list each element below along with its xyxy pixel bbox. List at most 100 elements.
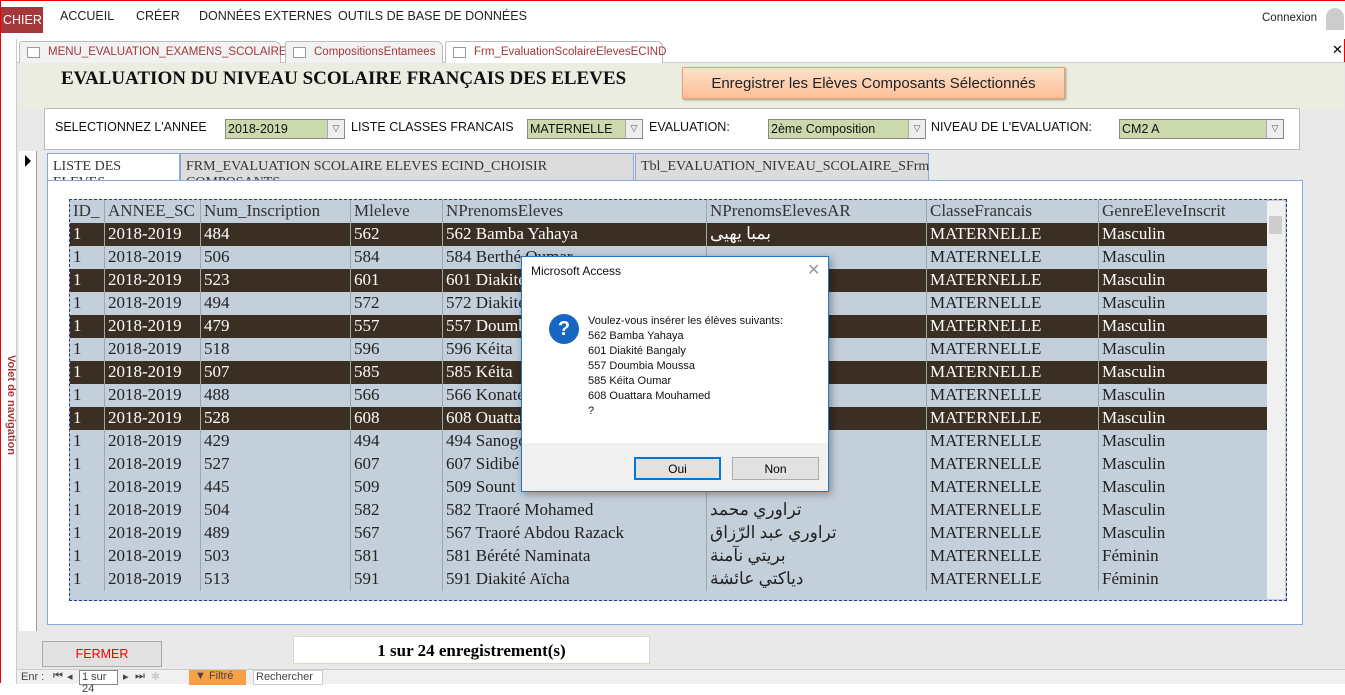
table-cell: بمبا يهيى (707, 223, 927, 246)
column-header[interactable]: GenreEleveInscrit (1099, 200, 1268, 223)
table-cell: 2018-2019 (105, 361, 201, 384)
evaluation-select[interactable]: 2ème Composition ▽ (768, 119, 926, 139)
next-record-button[interactable]: ▸ (123, 670, 129, 683)
column-header[interactable]: ANNEE_SC (105, 200, 201, 223)
form-icon (293, 47, 306, 58)
table-cell: 2018-2019 (105, 338, 201, 361)
table-cell: MATERNELLE (927, 269, 1099, 292)
table-cell: 1 (70, 522, 105, 545)
table-cell: Masculin (1099, 269, 1268, 292)
record-selector[interactable] (19, 151, 37, 631)
tab-accueil[interactable]: ACCUEIL (60, 9, 114, 23)
message-line: ? (588, 405, 595, 417)
funnel-icon: ▼ (195, 670, 206, 682)
tab-choisir-composants[interactable]: FRM_EVALUATION SCOLAIRE ELEVES ECIND_CHO… (180, 153, 634, 190)
table-row[interactable]: 1 2018-2019 484 562 562 Bamba Yahaya بمبا يهي… (70, 223, 1268, 246)
column-header[interactable]: ID_ (70, 200, 105, 223)
year-value: 2018-2019 (228, 122, 288, 136)
tab-fichier[interactable]: CHIER (1, 7, 43, 33)
header-row[interactable]: ID_ ANNEE_SC Num_Inscription Mleleve NPrenom… (70, 200, 1268, 223)
chevron-down-icon[interactable]: ▽ (327, 120, 344, 138)
table-cell: 1 (70, 338, 105, 361)
navigation-pane[interactable]: Volet de navigation (1, 39, 17, 684)
message-line: 562 Bamba Yahaya (588, 330, 684, 342)
table-cell: 566 (351, 384, 443, 407)
tab-tbl-evaluation[interactable]: Tbl_EVALUATION_NIVEAU_SCOLAIRE_SFrm (635, 153, 929, 180)
table-cell: 1 (70, 384, 105, 407)
table-cell: 1 (70, 499, 105, 522)
table-cell: 2018-2019 (105, 246, 201, 269)
table-cell: 488 (201, 384, 351, 407)
last-record-button[interactable]: ⏭ (135, 670, 145, 683)
table-cell: 567 Traoré Abdou Razack (443, 522, 707, 545)
column-header[interactable]: NPrenomsEleves (443, 200, 707, 223)
year-select[interactable]: 2018-2019 ▽ (225, 119, 345, 139)
user-avatar-icon[interactable] (1326, 8, 1344, 30)
new-record-button[interactable]: ✱ (151, 670, 160, 683)
table-cell: Masculin (1099, 338, 1268, 361)
column-header[interactable]: Mleleve (351, 200, 443, 223)
table-cell: 2018-2019 (105, 407, 201, 430)
table-cell: بريتي نآمنة (707, 545, 927, 568)
dialog-title: Microsoft Access (531, 264, 622, 278)
page-title: EVALUATION DU NIVEAU SCOLAIRE FRANÇAIS D… (61, 68, 627, 89)
column-header[interactable]: Num_Inscription (201, 200, 351, 223)
table-cell: 506 (201, 246, 351, 269)
table-cell: 1 (70, 223, 105, 246)
evaluation-label: EVALUATION: (649, 120, 730, 134)
first-record-button[interactable]: ⏮ (53, 670, 63, 683)
table-row[interactable]: 1 2018-2019 513 591 591 Diakité Aïcha دياكتي … (70, 568, 1268, 591)
tab-liste-eleves[interactable]: LISTE DES ELEVES (47, 153, 180, 190)
save-selected-students-button[interactable]: Enregistrer les Elèves Composants Sélect… (682, 67, 1065, 99)
table-cell: MATERNELLE (927, 315, 1099, 338)
tab-donnees-externes[interactable]: DONNÉES EXTERNES (199, 9, 332, 23)
table-cell: Féminin (1099, 568, 1268, 591)
table-cell: 607 (351, 453, 443, 476)
table-cell: 581 (351, 545, 443, 568)
question-icon: ? (549, 314, 579, 344)
class-select[interactable]: MATERNELLE ▽ (527, 119, 643, 139)
year-label: SELECTIONNEZ L'ANNEE (55, 120, 207, 134)
close-document-icon[interactable]: ✕ (1332, 42, 1343, 58)
record-navigation-bar: Enr : ⏮ ◂ 1 sur 24 ▸ ⏭ ✱ ▼ Filtré Recher… (17, 669, 1345, 695)
tab-outils-bdd[interactable]: OUTILS DE BASE DE DONNÉES (338, 9, 527, 23)
table-cell: 528 (201, 407, 351, 430)
table-cell: MATERNELLE (927, 453, 1099, 476)
doc-tab-menu[interactable]: MENU_EVALUATION_EXAMENS_SCOLAIRES (19, 41, 294, 63)
class-value: MATERNELLE (530, 122, 613, 136)
vertical-scrollbar[interactable] (1267, 201, 1285, 599)
close-form-button[interactable]: FERMER (42, 641, 162, 667)
doc-tab-compositions[interactable]: CompositionsEntamees (285, 41, 443, 63)
previous-record-button[interactable]: ◂ (67, 670, 73, 683)
doc-tab-frm-evaluation[interactable]: Frm_EvaluationScolaireElevesECIND (445, 41, 666, 64)
sign-in-link[interactable]: Connexion (1262, 12, 1317, 24)
no-button[interactable]: Non (732, 457, 819, 480)
yes-button[interactable]: Oui (634, 457, 721, 480)
nav-pane-label[interactable]: Volet de navigation (5, 355, 17, 455)
table-cell: Masculin (1099, 499, 1268, 522)
record-count: 1 sur 24 enregistrement(s) (293, 636, 650, 664)
table-cell: 585 (351, 361, 443, 384)
chevron-down-icon[interactable]: ▽ (908, 120, 925, 138)
table-row[interactable]: 1 2018-2019 504 582 582 Traoré Mohamed تراوري… (70, 499, 1268, 522)
tab-creer[interactable]: CRÉER (136, 9, 180, 23)
close-icon[interactable]: ✕ (807, 260, 820, 280)
table-cell: MATERNELLE (927, 384, 1099, 407)
table-cell: 2018-2019 (105, 522, 201, 545)
table-cell: 2018-2019 (105, 223, 201, 246)
level-select[interactable]: CM2 A ▽ (1119, 119, 1284, 139)
table-cell: 1 (70, 568, 105, 591)
table-row[interactable]: 1 2018-2019 503 581 581 Bérété Naminata بريتي… (70, 545, 1268, 568)
scrollbar-thumb[interactable] (1269, 216, 1282, 234)
chevron-down-icon[interactable]: ▽ (625, 120, 642, 138)
ribbon: CHIER ACCUEIL CRÉER DONNÉES EXTERNES OUT… (1, 1, 1345, 39)
table-row[interactable]: 1 2018-2019 489 567 567 Traoré Abdou Razack ت… (70, 522, 1268, 545)
table-cell: 527 (201, 453, 351, 476)
table-cell: 429 (201, 430, 351, 453)
chevron-down-icon[interactable]: ▽ (1266, 120, 1283, 138)
table-cell: 584 (351, 246, 443, 269)
table-cell: 2018-2019 (105, 430, 201, 453)
column-header[interactable]: NPrenomsElevesAR (707, 200, 927, 223)
column-header[interactable]: ClasseFrancais (927, 200, 1099, 223)
table-cell: 601 (351, 269, 443, 292)
